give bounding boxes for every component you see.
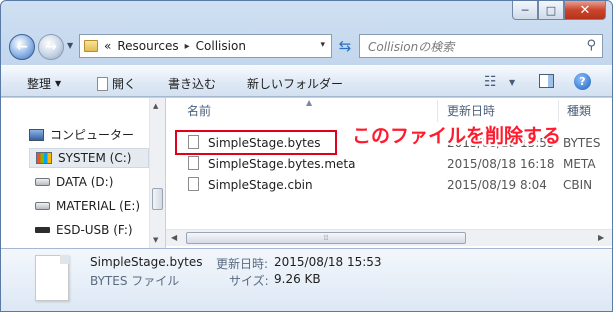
computer-icon [29, 128, 44, 141]
horizontal-scrollbar[interactable]: ◀ ⦙⦙⦙ ▶ [166, 229, 612, 246]
new-folder-label: 新しいフォルダー [247, 77, 344, 91]
file-date: 2015/08/18 16:18 [447, 157, 555, 171]
details-modified-value: 2015/08/18 15:53 [274, 255, 382, 269]
nav-drive-c[interactable]: SYSTEM (C:) [29, 148, 149, 168]
nav-scrollbar[interactable]: ▲ ▼ [149, 98, 165, 248]
back-arrow-icon: ← [16, 39, 28, 55]
nav-scroll-thumb[interactable] [152, 188, 163, 210]
nav-drive-label: ESD-USB (F:) [56, 223, 133, 237]
organize-label: 整理 [27, 77, 52, 91]
file-type: CBIN [563, 178, 593, 192]
refresh-button[interactable]: ⇆ [335, 36, 355, 56]
file-name: SimpleStage.cbin [208, 178, 313, 192]
caption-buttons: ─ □ ✕ [512, 1, 606, 20]
nav-drive-d[interactable]: DATA (D:) [35, 175, 113, 189]
open-button[interactable]: 開く [97, 75, 136, 92]
horizontal-scroll-thumb[interactable]: ⦙⦙⦙ [186, 232, 466, 244]
breadcrumb-separator-icon[interactable]: ▸ [185, 41, 190, 52]
maximize-button[interactable]: □ [538, 1, 564, 20]
burn-button[interactable]: 書き込む [168, 75, 216, 92]
column-divider[interactable] [558, 100, 559, 122]
file-type: META [563, 157, 596, 171]
details-modified-label: 更新日時: [216, 257, 269, 271]
view-options-icon[interactable]: ☷ [484, 74, 497, 90]
minimize-button[interactable]: ─ [512, 1, 538, 20]
details-file-name: SimpleStage.bytes [90, 255, 203, 269]
details-pane: SimpleStage.bytes 更新日時: 2015/08/18 15:53… [1, 248, 612, 311]
search-placeholder: Collisionの検索 [368, 39, 455, 54]
column-header-date[interactable]: 更新日時 [447, 102, 495, 119]
command-toolbar: 整理 ▼ 開く 書き込む 新しいフォルダー ☷ ▼ ? [1, 65, 612, 97]
column-header-type[interactable]: 種類 [567, 102, 591, 119]
open-label: 開く [112, 77, 137, 91]
file-date: 2015/08/19 8:04 [447, 178, 547, 192]
scroll-left-icon[interactable]: ◀ [171, 233, 177, 242]
annotation-callout: このファイルを削除する [352, 125, 562, 147]
nav-drive-f[interactable]: ESD-USB (F:) [35, 223, 133, 237]
file-list-pane: ▲ 名前 更新日時 種類 SimpleStage.bytes 2015/08/1… [166, 98, 612, 248]
drive-icon [35, 202, 50, 210]
file-icon [188, 156, 199, 170]
back-button[interactable]: ← [9, 34, 35, 60]
scroll-right-icon[interactable]: ▶ [598, 233, 604, 242]
close-button[interactable]: ✕ [564, 1, 606, 20]
address-bar[interactable]: « Resources ▸ Collision ▾ [79, 34, 332, 58]
help-button[interactable]: ? [574, 73, 591, 90]
details-size-value: 9.26 KB [274, 272, 321, 286]
search-input[interactable]: Collisionの検索 ⚲ [359, 34, 603, 58]
file-name: SimpleStage.bytes.meta [208, 157, 356, 171]
nav-computer-label: コンピューター [50, 128, 135, 142]
file-icon [97, 76, 108, 91]
breadcrumb-resources[interactable]: Resources [117, 39, 178, 53]
system-drive-icon [36, 152, 52, 164]
address-dropdown-icon[interactable]: ▾ [320, 40, 325, 50]
usb-drive-icon [35, 227, 50, 233]
annotation-highlight-box [175, 130, 337, 155]
new-folder-button[interactable]: 新しいフォルダー [247, 75, 343, 92]
column-divider[interactable] [437, 100, 438, 122]
forward-arrow-icon: → [45, 39, 57, 55]
recent-pages-dropdown[interactable]: ▼ [67, 41, 73, 50]
organize-button[interactable]: 整理 ▼ [27, 75, 61, 92]
navigation-pane: コンピューター SYSTEM (C:) DATA (D:) MATERIAL (… [1, 98, 165, 248]
preview-pane-icon[interactable] [539, 74, 554, 88]
nav-computer[interactable]: コンピューター [29, 126, 134, 143]
breadcrumb-collision[interactable]: Collision [196, 39, 246, 53]
address-overflow[interactable]: « [104, 39, 111, 53]
search-icon[interactable]: ⚲ [586, 38, 596, 53]
file-row[interactable]: SimpleStage.bytes.meta 2015/08/18 16:18 … [176, 154, 612, 174]
column-header-name[interactable]: 名前 [187, 102, 211, 119]
nav-drive-label: DATA (D:) [56, 175, 114, 189]
nav-drive-label: MATERIAL (E:) [56, 199, 141, 213]
nav-drive-label: SYSTEM (C:) [58, 151, 132, 165]
folder-icon [84, 40, 98, 52]
refresh-icon: ⇆ [338, 37, 352, 55]
explorer-window: ─ □ ✕ ← → ▼ « Resources ▸ Collision ▾ ⇆ … [0, 0, 613, 312]
details-size-label: サイズ: [229, 274, 269, 288]
chevron-down-icon: ▼ [55, 79, 62, 88]
burn-label: 書き込む [168, 77, 217, 91]
forward-button[interactable]: → [38, 34, 64, 60]
file-icon [188, 177, 199, 191]
file-row[interactable]: SimpleStage.cbin 2015/08/19 8:04 CBIN [176, 175, 612, 195]
scroll-down-icon[interactable]: ▼ [153, 236, 158, 244]
sort-ascending-icon: ▲ [306, 98, 313, 107]
scroll-up-icon[interactable]: ▲ [153, 102, 158, 110]
details-file-type: BYTES ファイル [90, 274, 180, 288]
file-type: BYTES [563, 136, 601, 150]
file-thumbnail-icon [35, 255, 69, 301]
help-icon: ? [579, 75, 586, 88]
nav-drive-e[interactable]: MATERIAL (E:) [35, 199, 140, 213]
drive-icon [35, 178, 50, 186]
view-dropdown-icon[interactable]: ▼ [509, 78, 515, 87]
